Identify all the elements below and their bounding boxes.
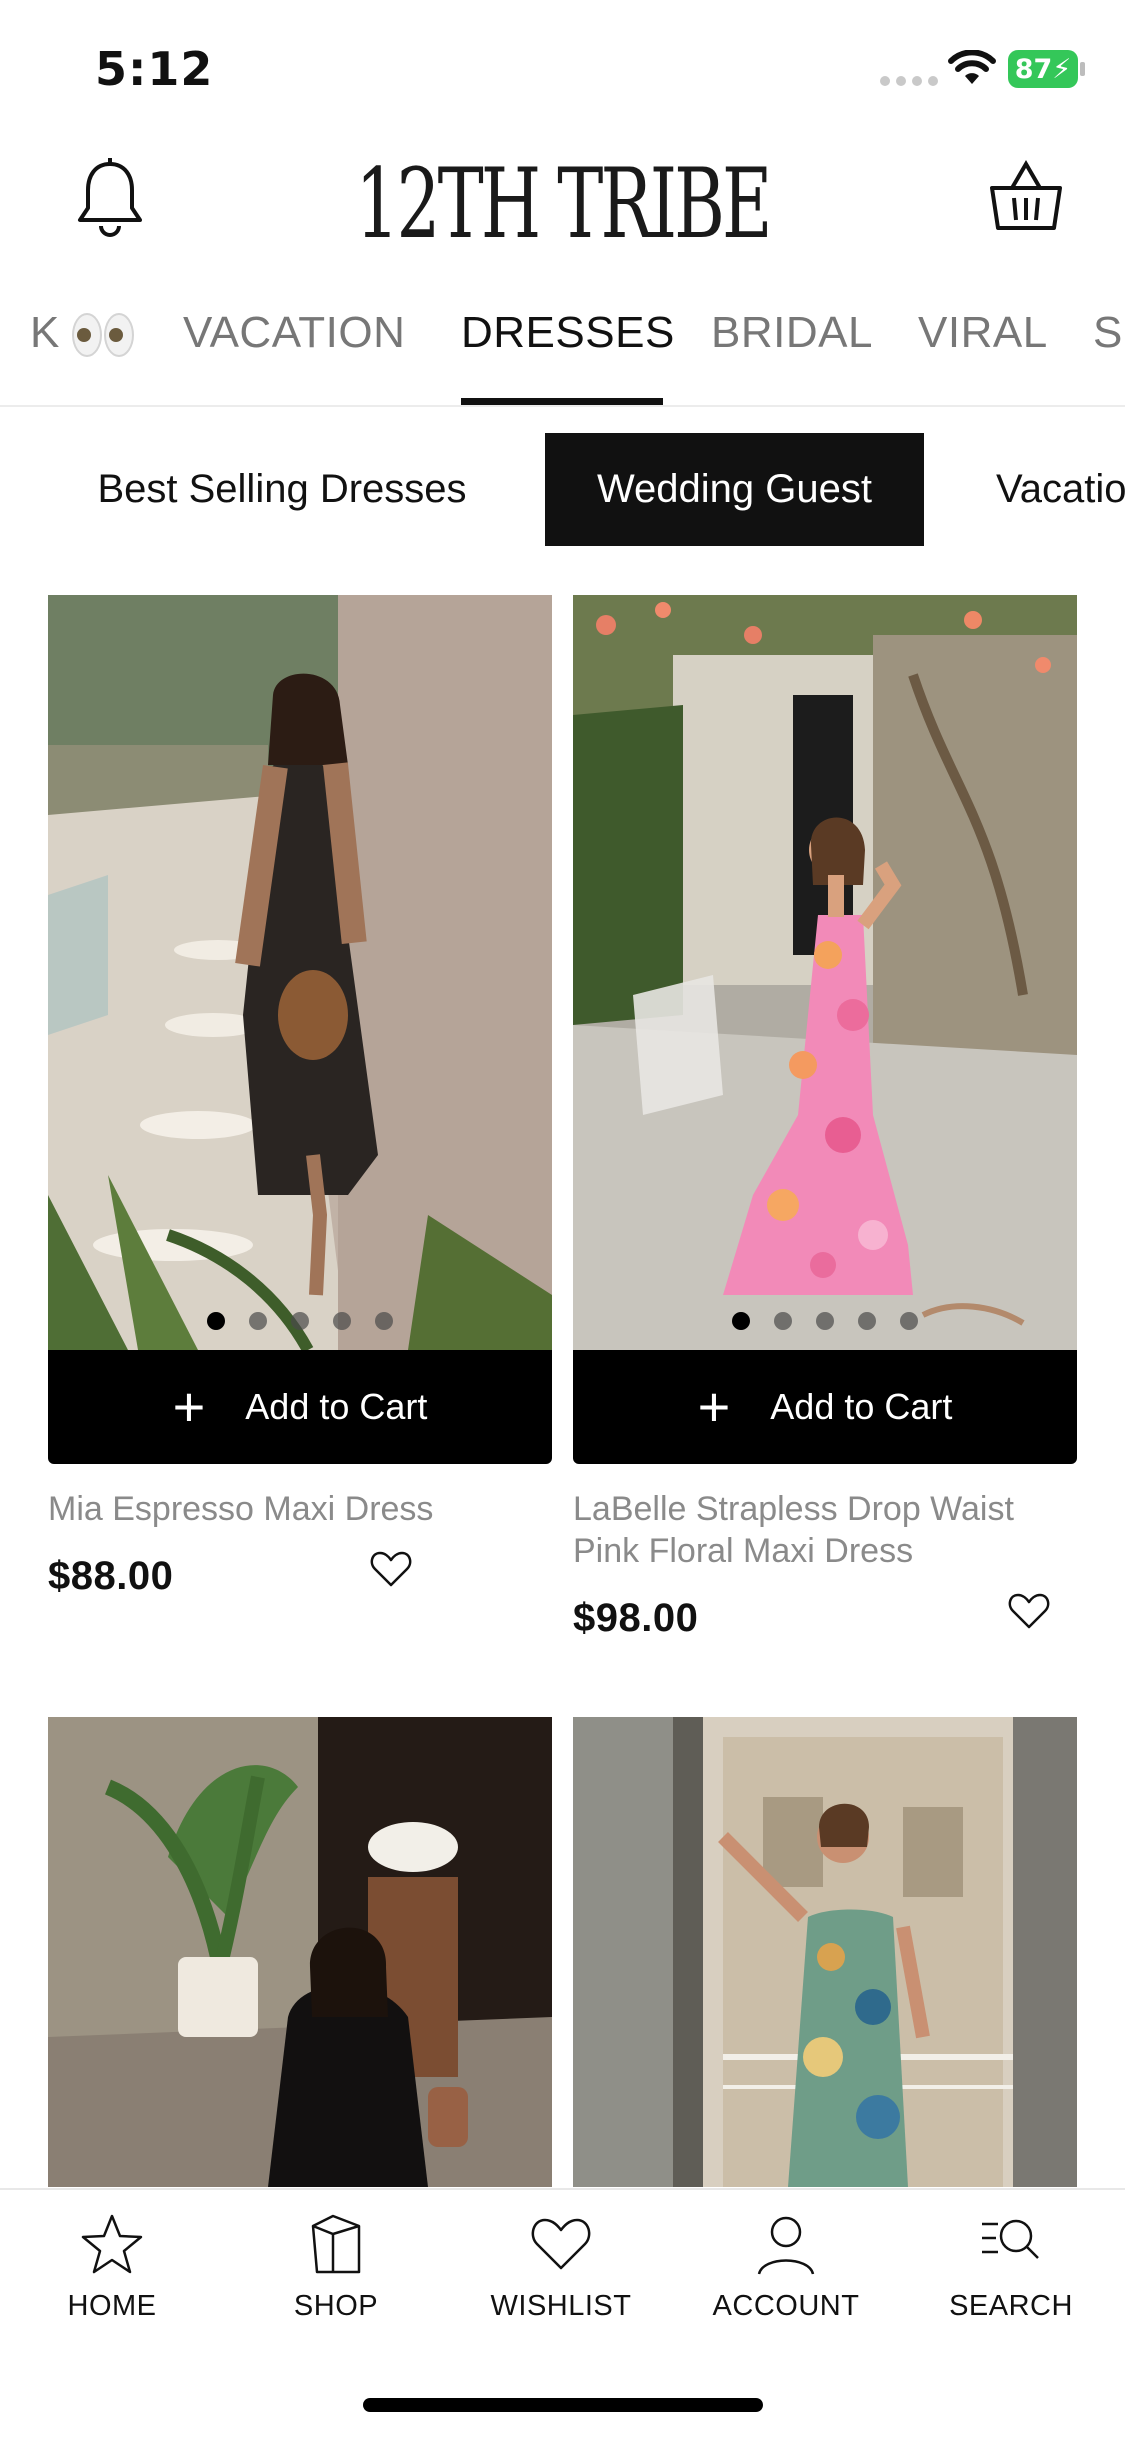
tab-viral[interactable]: VIRAL [918,308,1048,358]
nav-wishlist[interactable]: WISHLIST [471,2212,651,2323]
product-card[interactable] [573,1717,1077,2187]
add-to-cart-label: Add to Cart [770,1386,953,1427]
add-to-cart-button[interactable]: + Add to Cart [573,1350,1077,1464]
bell-icon[interactable] [75,158,145,238]
shopping-bag-icon [311,2214,361,2274]
search-icon [982,2219,1039,2259]
product-name[interactable]: Mia Espresso Maxi Dress [48,1488,552,1530]
category-tabs: K VACATION DRESSES BRIDAL VIRAL S [0,290,1125,407]
tab-bridal[interactable]: BRIDAL [711,308,873,358]
nav-account-label: ACCOUNT [712,2290,860,2322]
nav-search[interactable]: SEARCH [921,2212,1101,2323]
nav-shop[interactable]: SHOP [246,2212,426,2323]
status-bar: 5:12 87 ⚡ [0,0,1125,130]
battery-level: 87 [1014,53,1053,85]
person-icon [757,2216,815,2275]
product-card[interactable]: + Add to Cart LaBelle Strapless Drop Wai… [573,595,1077,1646]
image-carousel-dots[interactable] [573,1312,1077,1330]
signal-dots-icon [880,76,938,86]
eyes-emoji-icon [71,313,134,358]
dress-photo [573,595,1077,1350]
product-card[interactable]: + Add to Cart Mia Espresso Maxi Dress $8… [48,595,552,1604]
chip-vacation[interactable]: Vacatio [996,433,1125,546]
tab-dresses[interactable]: DRESSES [461,308,675,358]
dress-photo [48,1717,552,2187]
star-icon [81,2214,143,2274]
basket-icon[interactable] [988,160,1064,232]
status-time: 5:12 [95,42,214,96]
nav-home[interactable]: HOME [22,2212,202,2323]
wifi-icon [948,50,996,84]
product-image-mia-espresso[interactable] [48,595,552,1350]
wishlist-heart-icon[interactable] [1008,1592,1050,1630]
active-tab-indicator [461,398,663,405]
battery-cap [1080,62,1085,76]
dress-photo [573,1717,1077,2187]
nav-account[interactable]: ACCOUNT [696,2212,876,2323]
product-price: $88.00 [48,1554,174,1598]
product-image[interactable] [573,1717,1077,2187]
chip-best-selling-dresses[interactable]: Best Selling Dresses [62,433,502,546]
app-header: 12TH TRIBE [0,130,1125,280]
product-name[interactable]: LaBelle Strapless Drop Waist Pink Floral… [573,1488,1077,1572]
plus-icon: + [697,1375,731,1438]
battery-icon: 87 ⚡ [1008,50,1078,88]
nav-wishlist-label: WISHLIST [490,2290,632,2322]
add-to-cart-label: Add to Cart [245,1386,428,1427]
heart-icon [531,2218,591,2270]
product-image[interactable] [48,1717,552,2187]
product-card[interactable] [48,1717,552,2187]
tab-vacation[interactable]: VACATION [183,308,405,358]
home-indicator[interactable] [363,2398,763,2412]
nav-home-label: HOME [67,2290,157,2322]
tab-k[interactable]: K [30,308,134,358]
product-price: $98.00 [573,1596,699,1640]
dress-photo [48,595,552,1350]
wishlist-heart-icon[interactable] [370,1550,412,1588]
nav-shop-label: SHOP [293,2290,379,2322]
add-to-cart-button[interactable]: + Add to Cart [48,1350,552,1464]
chip-wedding-guest[interactable]: Wedding Guest [545,433,924,546]
image-carousel-dots[interactable] [48,1312,552,1330]
subcategory-chips: Best Selling Dresses Wedding Guest Vacat… [0,433,1125,548]
plus-icon: + [172,1375,206,1438]
brand-logo[interactable]: 12TH TRIBE [157,148,967,260]
product-image-labelle-pink-floral[interactable] [573,595,1077,1350]
tab-s[interactable]: S [1093,308,1123,358]
nav-search-label: SEARCH [949,2290,1073,2322]
